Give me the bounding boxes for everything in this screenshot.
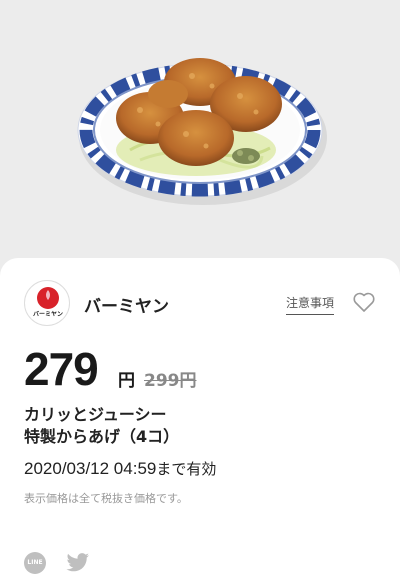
share-row: LINE xyxy=(24,552,224,574)
price-row: 279 円 299円 xyxy=(24,344,376,394)
offer-title-line1: カリッとジューシー xyxy=(24,405,167,424)
notes-link[interactable]: 注意事項 xyxy=(286,294,335,315)
coupon-price: 279 xyxy=(24,343,99,395)
brand-logo-text: バーミヤン xyxy=(32,311,63,318)
offer-title-line2: 特製からあげ（4コ） xyxy=(24,427,180,446)
bamiyan-logo-icon xyxy=(31,287,65,319)
tax-note: 表示価格は全て税抜き価格です。 xyxy=(24,492,188,505)
price-unit: 円 xyxy=(118,371,135,391)
expiry-suffix: まで有効 xyxy=(156,460,217,478)
karaage-plate-illustration xyxy=(77,58,327,205)
twitter-bird-icon[interactable] xyxy=(66,553,90,573)
original-price: 299円 xyxy=(144,371,197,391)
line-share-icon[interactable]: LINE xyxy=(24,552,46,574)
brand-row: バーミヤン バーミヤン 注意事項 xyxy=(24,280,376,328)
expiry: 2020/03/12 04:59まで有効 xyxy=(24,458,216,479)
coupon-card: バーミヤン バーミヤン 注意事項 279 円 299円 カリッとジューシー 特製… xyxy=(0,258,400,574)
expiry-date: 2020/03/12 04:59 xyxy=(24,459,157,478)
heart-outline-icon[interactable] xyxy=(352,291,376,313)
product-image xyxy=(0,0,400,258)
brand-name: バーミヤン xyxy=(84,297,169,317)
offer-title: カリッとジューシー 特製からあげ（4コ） xyxy=(24,404,376,448)
brand-logo: バーミヤン xyxy=(24,280,70,326)
